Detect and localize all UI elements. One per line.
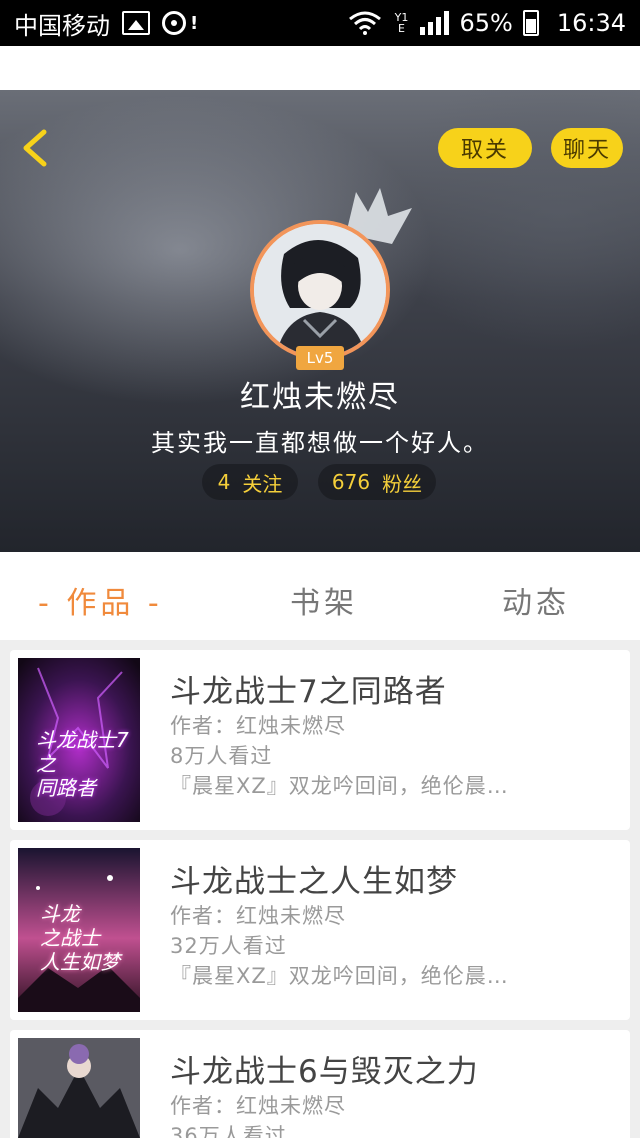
book-description: 『晨星XZ』双龙吟回间，绝伦晨…: [170, 774, 509, 798]
battery-percent: 65%: [459, 9, 513, 37]
book-author: 作者：红烛未燃尽: [170, 1094, 346, 1118]
wifi-icon: [349, 11, 382, 35]
signal-icon: [420, 11, 450, 35]
cover-art-text: 斗龙战士7 之同路者: [36, 728, 129, 800]
book-cover: 斗龙战士7 之同路者: [18, 658, 140, 822]
battery-icon: [522, 10, 539, 36]
list-item[interactable]: 斗龙 之战士 人生如梦 斗龙战士之人生如梦 作者：红烛未燃尽 32万人看过 『晨星X…: [10, 840, 630, 1020]
avatar-wrap: [250, 188, 412, 360]
tab-feed[interactable]: 动态: [502, 578, 570, 622]
tab-bookshelf[interactable]: 书架: [290, 578, 358, 622]
tab-works[interactable]: - 作品 -: [38, 578, 163, 622]
username: 红烛未燃尽: [240, 380, 400, 415]
clock: 16:34: [556, 9, 626, 37]
fans-label: 粉丝: [382, 471, 423, 496]
fans-stat[interactable]: 676 粉丝: [318, 464, 436, 500]
profile-tabs: - 作品 - 书架 动态: [0, 552, 640, 640]
carrier-label: 中国移动: [14, 11, 110, 40]
status-bar: 中国移动 ! Y1 E 65% 16:34: [0, 0, 640, 46]
cover-art-text: 斗龙 之战士 人生如梦: [40, 902, 120, 974]
list-item[interactable]: 斗龙战士6与毁灭之力 作者：红烛未燃尽 36万人看过: [10, 1030, 630, 1138]
book-cover: 斗龙 之战士 人生如梦: [18, 848, 140, 1012]
profile-header: 取关 聊天 Lv5 红烛未燃尽 其实我一直都想做一个好人。 4 关注 676 粉…: [0, 90, 640, 552]
book-cover: [18, 1038, 140, 1138]
unfollow-button[interactable]: 取关: [438, 128, 532, 168]
image-icon: [122, 11, 150, 35]
disc-icon: [162, 11, 186, 35]
avatar[interactable]: [250, 220, 390, 360]
back-icon[interactable]: [16, 128, 56, 168]
book-title: 斗龙战士7之同路者: [170, 674, 447, 710]
book-views: 8万人看过: [170, 744, 273, 768]
avatar-image: [254, 224, 386, 356]
list-item[interactable]: 斗龙战士7 之同路者 斗龙战士7之同路者 作者：红烛未燃尽 8万人看过 『晨星XZ…: [10, 650, 630, 830]
following-label: 关注: [242, 471, 283, 496]
book-title: 斗龙战士6与毁灭之力: [170, 1054, 479, 1090]
book-views: 36万人看过: [170, 1124, 287, 1138]
book-author: 作者：红烛未燃尽: [170, 904, 346, 928]
following-count: 4: [217, 470, 231, 494]
level-badge: Lv5: [296, 346, 344, 370]
following-stat[interactable]: 4 关注: [202, 464, 298, 500]
book-title: 斗龙战士之人生如梦: [170, 864, 458, 900]
network-type: Y1 E: [394, 11, 409, 35]
bio-text: 其实我一直都想做一个好人。: [151, 429, 489, 457]
fans-count: 676: [331, 470, 371, 494]
book-views: 32万人看过: [170, 934, 287, 958]
top-spacer: [0, 46, 640, 90]
book-author: 作者：红烛未燃尽: [170, 714, 346, 738]
book-description: 『晨星XZ』双龙吟回间，绝伦晨…: [170, 964, 509, 988]
chat-button[interactable]: 聊天: [551, 128, 623, 168]
alert-icon: !: [190, 12, 199, 34]
